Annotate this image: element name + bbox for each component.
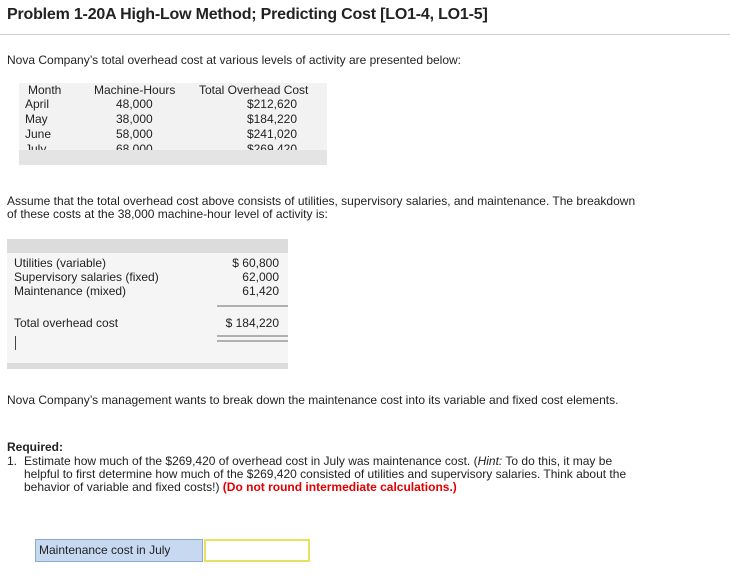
total-label: Total overhead cost [14, 316, 119, 330]
intro-text: Nova Company’s total overhead cost at va… [7, 53, 462, 67]
cost-label-supervisory: Supervisory salaries (fixed) [14, 270, 159, 284]
cost-value-maintenance: 61,420 [242, 284, 279, 298]
row-month: June [25, 127, 52, 141]
required-item-text: Estimate how much of the $269,420 of ove… [24, 455, 627, 494]
required-heading: Required: [7, 440, 64, 454]
table-header-bar [7, 239, 288, 253]
cost-label-maintenance: Maintenance (mixed) [14, 284, 127, 298]
answer-label: Maintenance cost in July [35, 539, 203, 562]
required-item-number: 1. [7, 454, 18, 468]
cost-value-supervisory: 62,000 [242, 270, 279, 284]
activity-table: Month Machine-Hours Total Overhead Cost … [19, 83, 327, 165]
rounding-instruction: (Do not round intermediate calculations.… [222, 480, 457, 494]
table-footer-bar [19, 150, 327, 165]
cost-label-utilities: Utilities (variable) [14, 256, 107, 270]
cost-breakdown-table: Utilities (variable) $ 60,800 Supervisor… [7, 239, 288, 369]
table-footer-bar [7, 363, 288, 369]
header-machine-hours: Machine-Hours [94, 83, 176, 97]
activity-table-header: Month Machine-Hours Total Overhead Cost [19, 83, 327, 98]
row-machine-hours: 48,000 [116, 97, 153, 111]
answer-row: Maintenance cost in July [35, 539, 310, 562]
maintenance-cost-input[interactable] [204, 539, 310, 562]
subtotal-rule [217, 305, 288, 307]
row-machine-hours: 38,000 [116, 112, 153, 126]
total-double-rule-bottom [217, 340, 288, 342]
text-cursor [15, 336, 16, 350]
assume-text: Assume that the total overhead cost abov… [7, 194, 636, 221]
row-total-cost: $241,020 [246, 127, 297, 141]
required-text-part: Estimate how much of the $269,420 of ove… [24, 454, 478, 468]
total-value: $ 184,220 [225, 316, 279, 330]
row-month: April [25, 97, 50, 111]
cost-value-utilities: $ 60,800 [232, 256, 279, 270]
row-total-cost: $212,620 [246, 97, 297, 111]
management-text: Nova Company’s management wants to break… [7, 393, 619, 407]
hint-label: Hint: [477, 454, 503, 468]
required-item: 1. Estimate how much of the $269,420 of … [7, 455, 627, 494]
problem-title: Problem 1-20A High-Low Method; Predictin… [7, 6, 488, 23]
title-divider [0, 34, 730, 35]
header-total-overhead-cost: Total Overhead Cost [199, 83, 309, 97]
row-machine-hours: 58,000 [116, 127, 153, 141]
total-double-rule-top [217, 335, 288, 337]
header-month: Month [28, 83, 62, 97]
row-month: May [25, 112, 48, 126]
row-total-cost: $184,220 [246, 112, 297, 126]
